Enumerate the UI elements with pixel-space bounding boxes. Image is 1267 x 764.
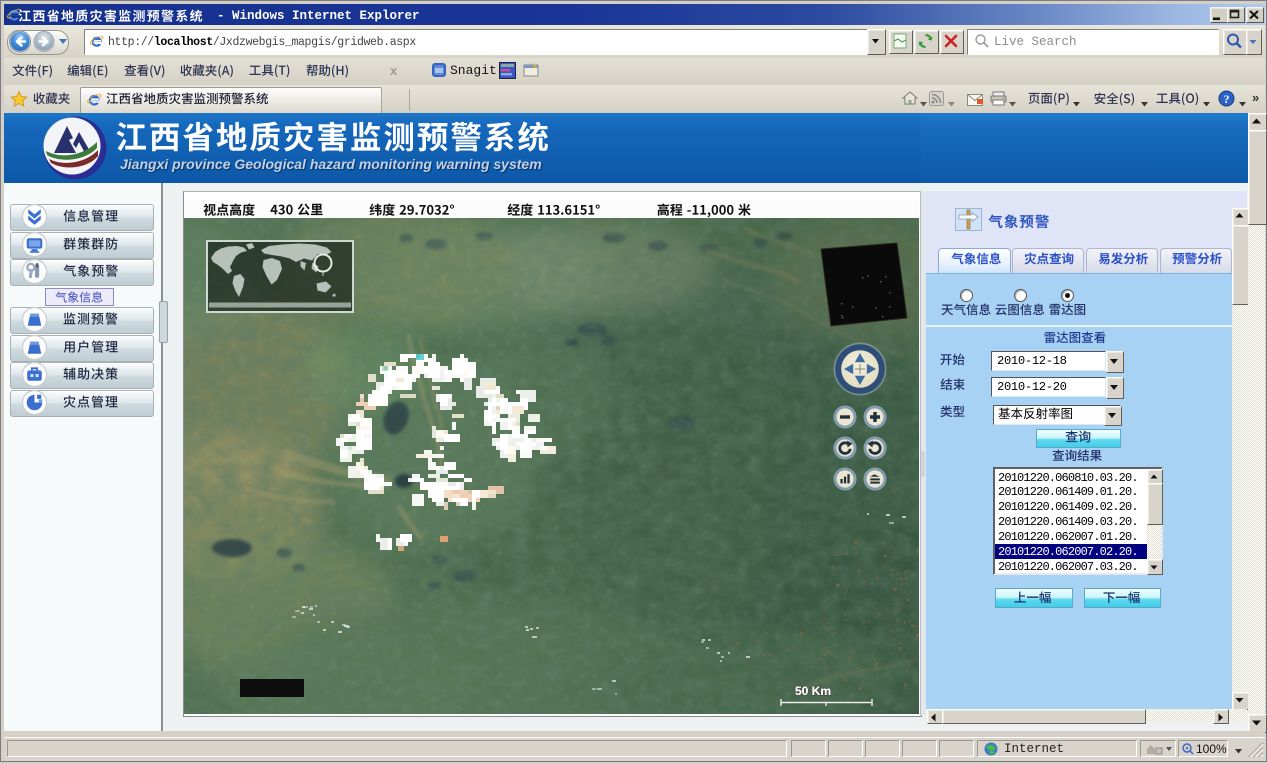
svg-text:?: ? — [1224, 92, 1230, 106]
svg-text:100%: 100% — [1196, 742, 1227, 756]
svg-text:50 Km: 50 Km — [795, 684, 831, 698]
